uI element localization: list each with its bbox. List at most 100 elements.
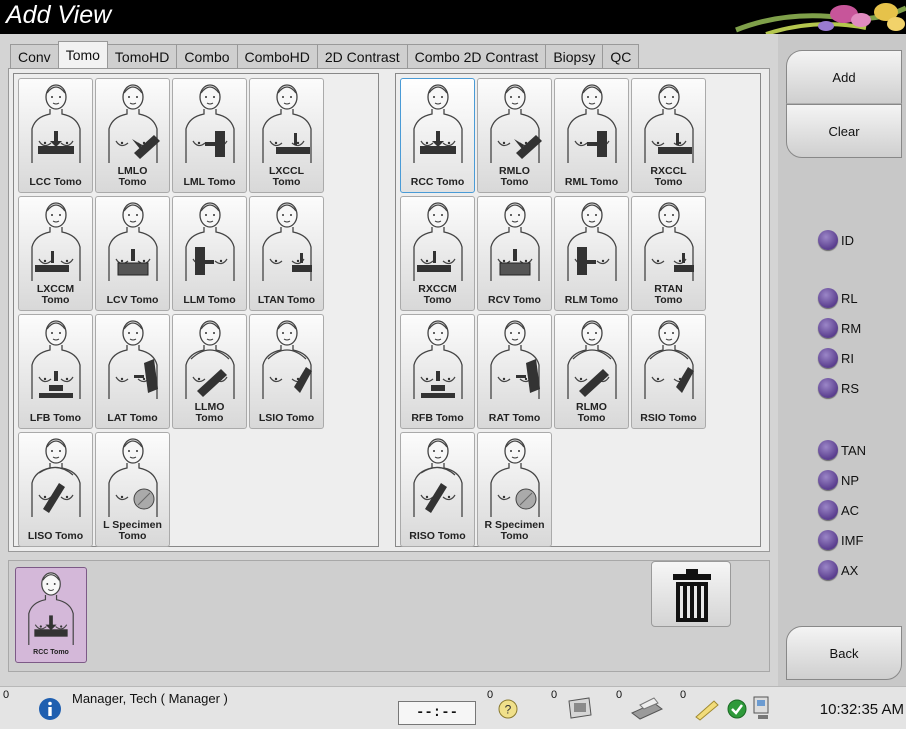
view-tile-rsio-tomo[interactable]: RSIO Tomo <box>631 314 706 429</box>
tab-tomohd[interactable]: TomoHD <box>106 44 178 68</box>
added-view-thumbnail[interactable]: RCC Tomo <box>15 567 87 663</box>
view-tile-label: L Specimen Tomo <box>103 519 162 542</box>
help-icon[interactable]: ? <box>498 699 518 719</box>
view-tile-label: RLMO Tomo <box>576 401 607 424</box>
timer-field: --:-- <box>398 701 476 725</box>
modifier-rm[interactable]: RM <box>818 318 861 338</box>
view-tile-ltan-tomo[interactable]: LTAN Tomo <box>249 196 324 311</box>
rcv-tomo-icon <box>486 201 544 281</box>
modifier-ac[interactable]: AC <box>818 500 859 520</box>
modifier-imf[interactable]: IMF <box>818 530 863 550</box>
modifier-ri[interactable]: RI <box>818 348 854 368</box>
view-tile-llm-tomo[interactable]: LLM Tomo <box>172 196 247 311</box>
view-tile-rxccl-tomo[interactable]: RXCCL Tomo <box>631 78 706 193</box>
lmlo-tomo-icon <box>104 83 160 163</box>
clear-button[interactable]: Clear <box>786 104 902 158</box>
modifier-tan[interactable]: TAN <box>818 440 866 460</box>
view-selection-area: LCC Tomo LMLO Tomo LML Tomo LXCCL Tomo LXCCM… <box>8 68 770 552</box>
rlm-tomo-icon <box>563 201 621 281</box>
tab-biopsy[interactable]: Biopsy <box>545 44 604 68</box>
detector-icon[interactable] <box>565 695 595 721</box>
lml-tomo-icon <box>181 83 239 163</box>
view-tile-rmlo-tomo[interactable]: RMLO Tomo <box>477 78 552 193</box>
view-tile-label: R Specimen Tomo <box>484 519 545 542</box>
view-tile-label: RMLO Tomo <box>499 165 530 188</box>
view-tile-lmlo-tomo[interactable]: LMLO Tomo <box>95 78 170 193</box>
added-views-area: RCC Tomo <box>8 560 770 672</box>
view-tile-label: LML Tomo <box>183 176 236 188</box>
view-tile-rml-tomo[interactable]: RML Tomo <box>554 78 629 193</box>
add-button[interactable]: Add <box>786 50 902 104</box>
view-tile-lsio-tomo[interactable]: LSIO Tomo <box>249 314 324 429</box>
current-user[interactable]: Manager, Tech ( Manager ) <box>72 691 228 706</box>
modifier-id[interactable]: ID <box>818 230 854 250</box>
r-specimen-tomo-icon <box>486 437 544 517</box>
view-tile-lxccm-tomo[interactable]: LXCCM Tomo <box>18 196 93 311</box>
tab-conv[interactable]: Conv <box>10 44 59 68</box>
right-sidebar: Add Clear ID RL RM RI RS TAN NP AC IMF AX Back <box>778 34 906 686</box>
view-tile-l-specimen-tomo[interactable]: L Specimen Tomo <box>95 432 170 547</box>
tab-qc[interactable]: QC <box>602 44 640 68</box>
view-tile-label: LMLO Tomo <box>117 165 148 188</box>
notes-icon[interactable] <box>692 697 720 721</box>
printer-icon[interactable] <box>630 695 664 721</box>
modifier-rs[interactable]: RS <box>818 378 859 398</box>
view-tile-rxccm-tomo[interactable]: RXCCM Tomo <box>400 196 475 311</box>
view-tile-rat-tomo[interactable]: RAT Tomo <box>477 314 552 429</box>
view-tile-label: LISO Tomo <box>27 530 84 542</box>
added-view-label: RCC Tomo <box>33 649 69 656</box>
view-tile-liso-tomo[interactable]: LISO Tomo <box>18 432 93 547</box>
modifier-label: RL <box>841 290 858 306</box>
tab-combo-2d-contrast[interactable]: Combo 2D Contrast <box>406 44 547 68</box>
modifier-radio-icon <box>818 230 838 250</box>
ltan-tomo-icon <box>258 201 312 281</box>
modifier-label: ID <box>841 232 854 248</box>
modifier-radio-icon <box>818 470 838 490</box>
view-tile-lat-tomo[interactable]: LAT Tomo <box>95 314 170 429</box>
view-tile-label: LCC Tomo <box>29 176 82 188</box>
rcc-tomo-icon <box>409 83 467 163</box>
modifier-np[interactable]: NP <box>818 470 859 490</box>
view-tile-lcv-tomo[interactable]: LCV Tomo <box>95 196 170 311</box>
modifier-ax[interactable]: AX <box>818 560 858 580</box>
view-tile-rfb-tomo[interactable]: RFB Tomo <box>400 314 475 429</box>
view-tile-rtan-tomo[interactable]: RTAN Tomo <box>631 196 706 311</box>
view-tile-lxccl-tomo[interactable]: LXCCL Tomo <box>249 78 324 193</box>
view-tile-rlmo-tomo[interactable]: RLMO Tomo <box>554 314 629 429</box>
network-icon[interactable] <box>750 695 774 721</box>
view-tile-label: LXCCL Tomo <box>269 165 304 188</box>
tab-2d-contrast[interactable]: 2D Contrast <box>316 44 408 68</box>
trash-button[interactable] <box>651 561 731 627</box>
view-tile-r-specimen-tomo[interactable]: R Specimen Tomo <box>477 432 552 547</box>
view-tile-label: LTAN Tomo <box>257 294 316 306</box>
view-tile-label: LLMO Tomo <box>194 401 225 424</box>
view-tile-rcc-tomo[interactable]: RCC Tomo <box>400 78 475 193</box>
view-tile-lcc-tomo[interactable]: LCC Tomo <box>18 78 93 193</box>
clock: 10:32:35 AM <box>819 701 904 718</box>
modifier-rl[interactable]: RL <box>818 288 858 308</box>
view-tile-rlm-tomo[interactable]: RLM Tomo <box>554 196 629 311</box>
rxccm-tomo-icon <box>409 201 467 281</box>
info-icon[interactable] <box>38 697 62 721</box>
view-tile-rcv-tomo[interactable]: RCV Tomo <box>477 196 552 311</box>
device-count: 0 <box>551 689 558 701</box>
back-button[interactable]: Back <box>786 626 902 680</box>
tab-combohd[interactable]: ComboHD <box>236 44 318 68</box>
modifier-radio-icon <box>818 318 838 338</box>
view-tile-lml-tomo[interactable]: LML Tomo <box>172 78 247 193</box>
llm-tomo-icon <box>181 201 239 281</box>
view-tile-riso-tomo[interactable]: RISO Tomo <box>400 432 475 547</box>
system-ok-icon[interactable] <box>727 699 747 719</box>
modifier-radio-icon <box>818 288 838 308</box>
view-tile-llmo-tomo[interactable]: LLMO Tomo <box>172 314 247 429</box>
view-tile-label: RTAN Tomo <box>654 283 683 306</box>
notes-count: 0 <box>680 689 687 701</box>
tab-tomo[interactable]: Tomo <box>57 41 108 68</box>
modifier-radio-icon <box>818 560 838 580</box>
rlmo-tomo-icon <box>563 319 621 399</box>
view-tile-lfb-tomo[interactable]: LFB Tomo <box>18 314 93 429</box>
tab-combo[interactable]: Combo <box>176 44 238 68</box>
lxccl-tomo-icon <box>258 83 316 163</box>
printer-count: 0 <box>616 689 623 701</box>
lcv-tomo-icon <box>104 201 162 281</box>
